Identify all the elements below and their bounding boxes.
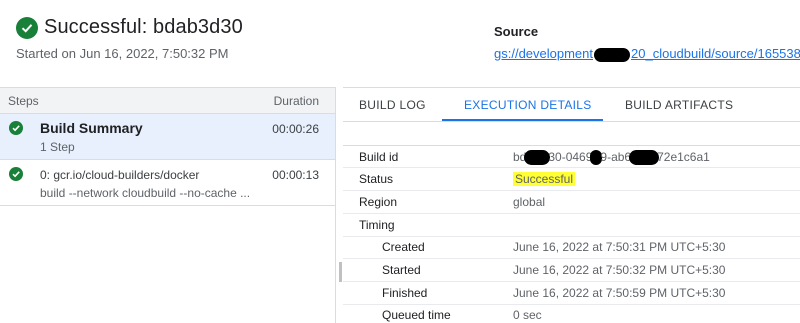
source-link[interactable]: gs://development 20_cloudbuild/source/165…: [494, 46, 800, 62]
tab-build-log[interactable]: BUILD LOG: [359, 98, 426, 112]
source-link-suffix[interactable]: 20_cloudbuild/source/1655389189: [631, 46, 800, 61]
active-tab-indicator: [442, 119, 603, 121]
source-link-prefix[interactable]: gs://development: [494, 46, 593, 61]
region-label: Region: [359, 195, 398, 209]
created-value: June 16, 2022 at 7:50:31 PM UTC+5:30: [513, 240, 726, 254]
check-circle-icon: [16, 16, 38, 39]
detail-row-region: Region global: [343, 191, 800, 214]
steps-header: Steps Duration: [0, 87, 335, 114]
step-row-build-summary[interactable]: Build Summary 1 Step 00:00:26: [0, 114, 335, 160]
queued-value: 0 sec: [513, 308, 542, 322]
region-value: global: [513, 195, 546, 209]
redaction-mark: [594, 47, 631, 62]
started-label: Started: [382, 263, 421, 277]
build-id-part: 30-0469: [548, 150, 593, 164]
status-value: Successful: [513, 172, 576, 186]
tab-execution-details[interactable]: EXECUTION DETAILS: [464, 98, 592, 112]
detail-row-status: Status Successful: [343, 168, 800, 191]
steps-column-header: Steps: [8, 94, 39, 108]
queued-label: Queued time: [382, 308, 451, 322]
steps-panel: Steps Duration Build Summary 1 Step 00:0…: [0, 87, 336, 323]
detail-row-timing: Timing: [343, 214, 800, 237]
build-title: Successful: bdab3d30: [16, 16, 243, 39]
detail-row-created: Created June 16, 2022 at 7:50:31 PM UTC+…: [343, 236, 800, 259]
tab-build-artifacts[interactable]: BUILD ARTIFACTS: [625, 98, 733, 112]
duration-column-header: Duration: [273, 94, 319, 108]
build-id-part: 72e1c6a1: [657, 150, 710, 164]
panel-resize-handle[interactable]: [339, 262, 342, 282]
step-duration: 00:00:26: [272, 122, 319, 136]
detail-row-queued: Queued time 0 sec: [343, 304, 800, 323]
redaction-mark: [524, 150, 551, 166]
detail-row-build-id: Build id bd 30-0469 9-ab6 72e1c6a1: [343, 145, 800, 168]
build-id-value: bd 30-0469 9-ab6 72e1c6a1: [513, 150, 710, 166]
detail-row-finished: Finished June 16, 2022 at 7:50:59 PM UTC…: [343, 282, 800, 305]
status-label: Status: [359, 172, 394, 186]
check-circle-icon: [9, 167, 23, 181]
tab-bar: BUILD LOG EXECUTION DETAILS BUILD ARTIFA…: [343, 87, 800, 122]
started-timestamp: Started on Jun 16, 2022, 7:50:32 PM: [16, 46, 229, 61]
started-value: June 16, 2022 at 7:50:32 PM UTC+5:30: [513, 263, 726, 277]
step-row-docker[interactable]: 0: gcr.io/cloud-builders/docker build --…: [0, 160, 335, 206]
timing-label: Timing: [359, 218, 395, 232]
step-subtitle: build --network cloudbuild --no-cache ..…: [40, 186, 251, 200]
step-duration: 00:00:13: [272, 168, 319, 182]
finished-label: Finished: [382, 286, 428, 300]
check-circle-icon: [9, 121, 23, 135]
redaction-mark: [629, 150, 660, 166]
source-label: Source: [494, 24, 539, 39]
finished-value: June 16, 2022 at 7:50:59 PM UTC+5:30: [513, 286, 726, 300]
detail-row-started: Started June 16, 2022 at 7:50:32 PM UTC+…: [343, 259, 800, 282]
step-name: Build Summary: [40, 120, 143, 136]
step-name: 0: gcr.io/cloud-builders/docker: [40, 168, 200, 182]
build-id-label: Build id: [359, 150, 399, 164]
build-id-part: 9-ab6: [600, 150, 632, 164]
step-subtitle: 1 Step: [40, 140, 75, 154]
status-badge: Successful: [513, 172, 576, 186]
created-label: Created: [382, 240, 425, 254]
page-title: Successful: bdab3d30: [44, 16, 243, 38]
